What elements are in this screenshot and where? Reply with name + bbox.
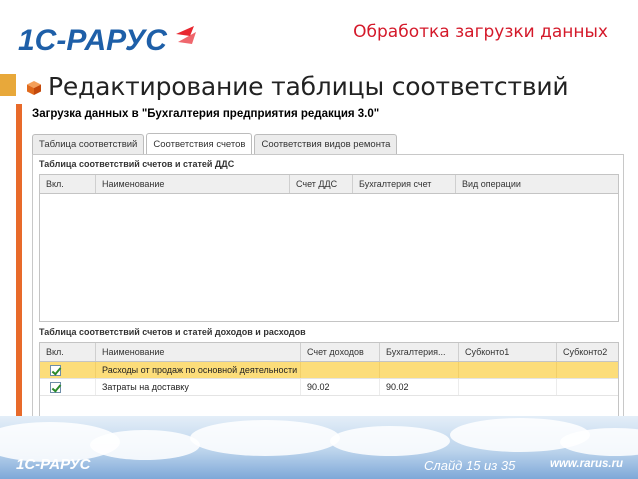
brand-logo: 1С-РАРУС	[18, 24, 196, 57]
row-account-cell[interactable]: 90.02	[380, 379, 459, 395]
income-grid-header: Вкл. Наименование Счет доходов Бухгалтер…	[40, 343, 618, 362]
cloud-decoration	[90, 430, 200, 460]
col-operation-type[interactable]: Вид операции	[456, 175, 618, 193]
brand-logo-footer: 1С-РАРУС	[16, 456, 92, 472]
tab-mapping-table[interactable]: Таблица соответствий	[32, 134, 145, 154]
cloud-decoration	[330, 426, 450, 456]
row-sub2-cell[interactable]	[557, 379, 618, 395]
row-sub2-cell[interactable]	[557, 362, 618, 378]
cloud-decoration	[190, 420, 340, 456]
row-income-cell[interactable]	[301, 362, 380, 378]
checkbox-checked[interactable]	[50, 382, 61, 393]
col-accounting-account[interactable]: Бухгалтерия счет	[353, 175, 456, 193]
slide-header: Обработка загрузки данных	[353, 22, 608, 42]
cloud-decoration	[560, 428, 638, 456]
col-name[interactable]: Наименование	[96, 175, 290, 193]
dialog-title: Загрузка данных в "Бухгалтерия предприят…	[32, 108, 380, 120]
svg-text:1С-РАРУС: 1С-РАРУС	[16, 456, 92, 472]
row-name-cell[interactable]: Затраты на доставку	[96, 379, 301, 395]
dds-section-label: Таблица соответствий счетов и статей ДДС	[39, 159, 235, 169]
col-subconto2[interactable]: Субконто2	[557, 343, 618, 361]
income-grid[interactable]: Вкл. Наименование Счет доходов Бухгалтер…	[39, 342, 619, 417]
slide-title: Редактирование таблицы соответствий	[48, 72, 569, 101]
table-row[interactable]: Затраты на доставку 90.02 90.02	[40, 379, 618, 396]
col-accounting[interactable]: Бухгалтерия...	[380, 343, 459, 361]
tab-account-mapping[interactable]: Соответствия счетов	[146, 133, 253, 154]
row-account-cell[interactable]	[380, 362, 459, 378]
row-enabled-cell[interactable]	[40, 379, 96, 395]
slide-counter: Слайд 15 из 35	[424, 458, 516, 473]
row-name-cell[interactable]: Расходы от продаж по основной деятельнос…	[96, 362, 301, 378]
income-section-label: Таблица соответствий счетов и статей дох…	[39, 327, 306, 337]
row-sub1-cell[interactable]	[459, 362, 557, 378]
row-income-cell[interactable]: 90.02	[301, 379, 380, 395]
cube-icon	[27, 81, 41, 95]
row-enabled-cell[interactable]	[40, 362, 96, 378]
col-name[interactable]: Наименование	[96, 343, 301, 361]
col-income-account[interactable]: Счет доходов	[301, 343, 380, 361]
slide-footer: 1С-РАРУС Слайд 15 из 35 www.rarus.ru	[0, 416, 638, 479]
data-load-dialog: Загрузка данных в "Бухгалтерия предприят…	[16, 104, 626, 417]
checkbox-checked[interactable]	[50, 365, 61, 376]
title-accent-bar	[0, 74, 16, 96]
col-enabled[interactable]: Вкл.	[40, 175, 96, 193]
dds-grid-header: Вкл. Наименование Счет ДДС Бухгалтерия с…	[40, 175, 618, 194]
svg-text:1С-РАРУС: 1С-РАРУС	[18, 24, 168, 57]
tab-repair-types[interactable]: Соответствия видов ремонта	[254, 134, 398, 154]
dds-grid[interactable]: Вкл. Наименование Счет ДДС Бухгалтерия с…	[39, 174, 619, 322]
col-enabled[interactable]: Вкл.	[40, 343, 96, 361]
tab-bar: Таблица соответствий Соответствия счетов…	[32, 133, 399, 155]
col-subconto1[interactable]: Субконто1	[459, 343, 557, 361]
tab-panel: Таблица соответствий счетов и статей ДДС…	[32, 154, 624, 417]
col-dds-account[interactable]: Счет ДДС	[290, 175, 353, 193]
row-sub1-cell[interactable]	[459, 379, 557, 395]
website-link[interactable]: www.rarus.ru	[550, 458, 623, 470]
table-row[interactable]: Расходы от продаж по основной деятельнос…	[40, 362, 618, 379]
